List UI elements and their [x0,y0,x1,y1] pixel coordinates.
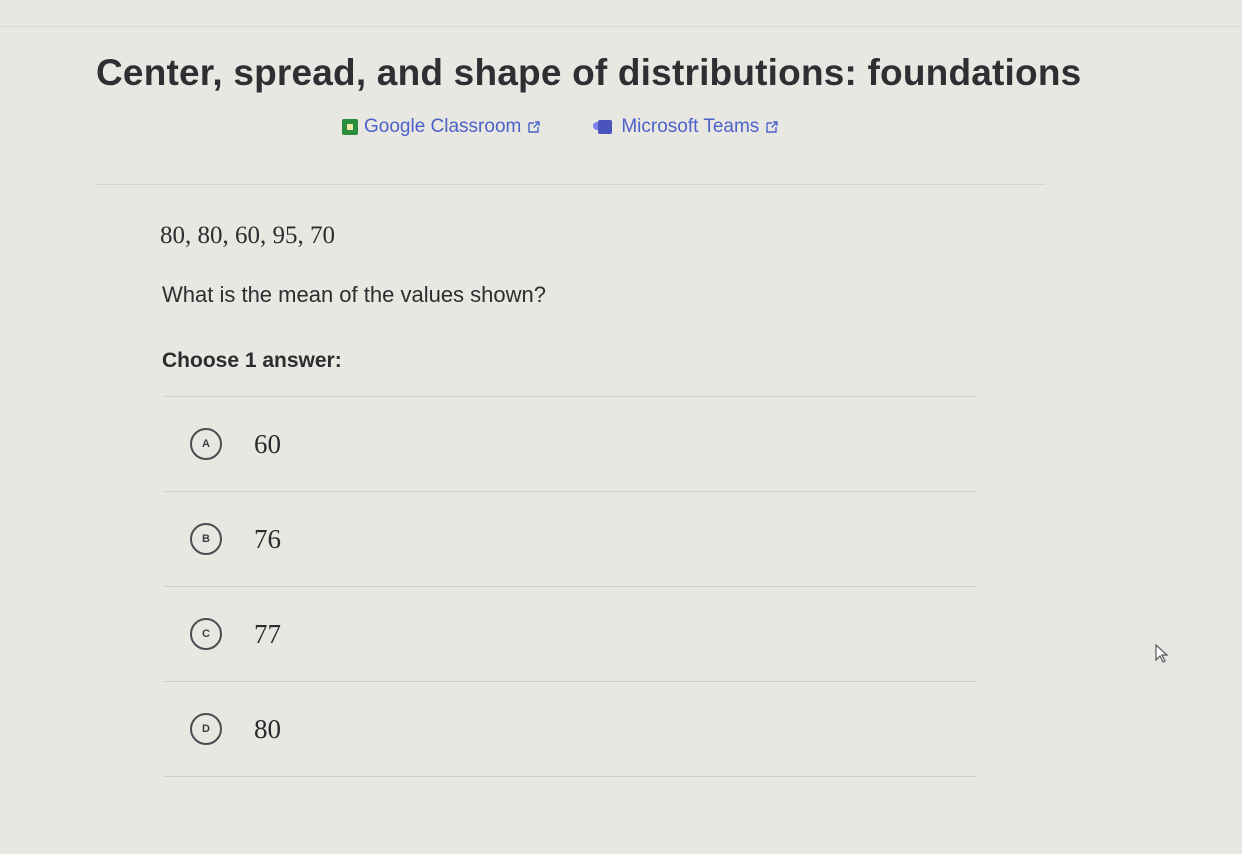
exercise-page: Center, spread, and shape of distributio… [0,0,1242,854]
choice-divider [164,776,976,777]
choice-letter-badge: D [190,713,222,745]
google-classroom-link[interactable]: Google Classroom [342,116,541,138]
answer-instruction: Choose 1 answer: [162,349,342,372]
microsoft-teams-icon [593,119,615,135]
choice-letter-badge: C [190,618,222,650]
answer-choices: A 60 B 76 C 77 D 80 [164,396,976,777]
choice-d[interactable]: D 80 [164,682,976,776]
top-divider [0,26,1242,27]
page-title: Center, spread, and shape of distributio… [96,52,1082,93]
choice-letter-badge: B [190,523,222,555]
share-row: Google Classroom Microsoft Teams [342,116,779,138]
google-classroom-icon [342,119,358,135]
external-link-icon [766,121,779,133]
header-divider [96,184,1046,185]
data-values: 80, 80, 60, 95, 70 [160,222,335,249]
question-text: What is the mean of the values shown? [162,282,546,307]
microsoft-teams-link[interactable]: Microsoft Teams [593,116,779,138]
choice-value: 77 [254,618,281,649]
choice-value: 60 [254,428,281,459]
choice-value: 76 [254,523,281,554]
choice-value: 80 [254,713,281,744]
mouse-cursor-icon [1155,644,1169,663]
choice-a[interactable]: A 60 [164,397,976,491]
choice-b[interactable]: B 76 [164,492,976,586]
choice-c[interactable]: C 77 [164,587,976,681]
microsoft-teams-label: Microsoft Teams [621,116,760,137]
google-classroom-label: Google Classroom [364,116,522,137]
external-link-icon [528,121,541,133]
choice-letter-badge: A [190,428,222,460]
